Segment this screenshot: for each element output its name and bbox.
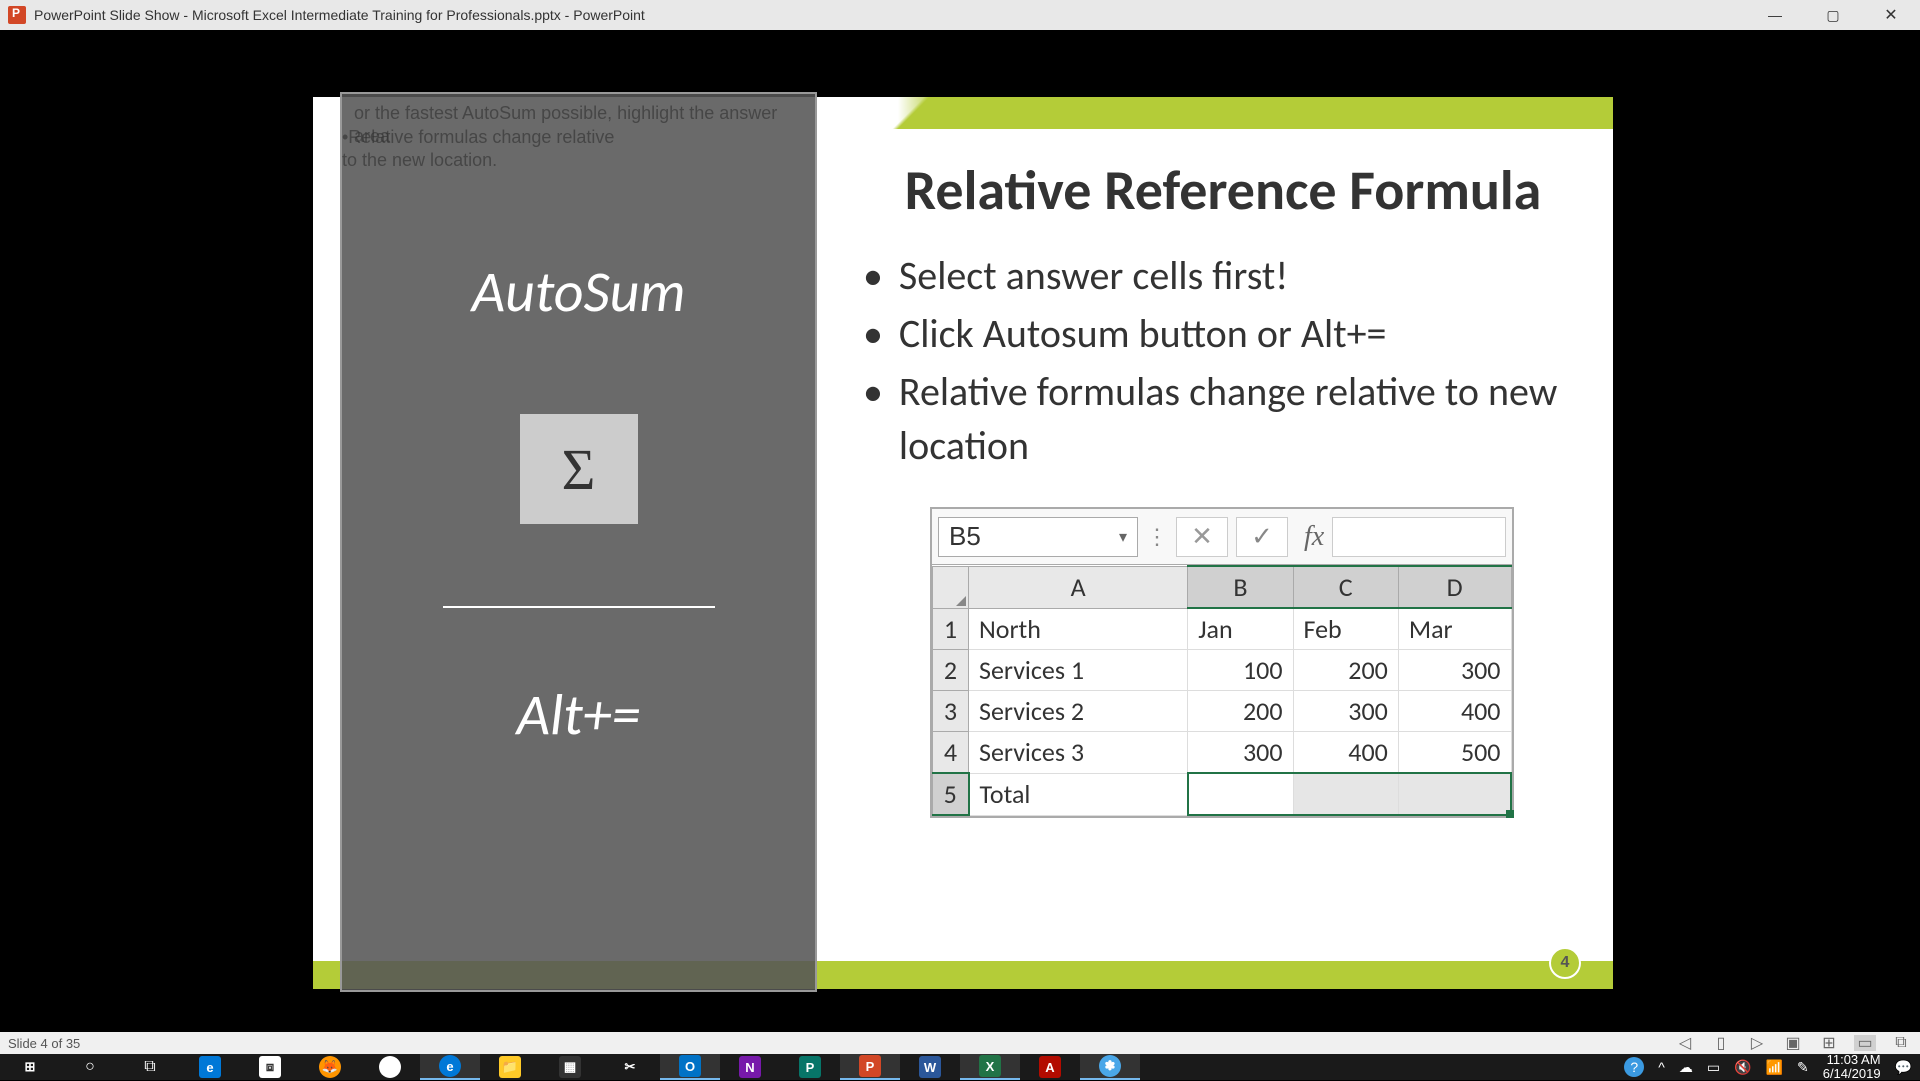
close-button[interactable]: ✕ [1862,0,1920,30]
gotomeeting-icon[interactable]: ✽ [1080,1054,1140,1080]
snipping-tool-icon[interactable]: ✂ [600,1054,660,1080]
separator-icon: ⋮ [1146,524,1168,550]
bullet-2: Click Autosum button or Alt+= [899,307,1387,361]
slide-number-badge: 4 [1549,947,1581,979]
wifi-icon[interactable]: 📶 [1766,1059,1783,1076]
bullet-list: •Select answer cells first! •Click Autos… [863,249,1583,473]
reading-view-button[interactable]: ▭ [1854,1035,1876,1051]
next-slide-button[interactable]: ▷ [1746,1035,1768,1051]
minimize-button[interactable]: — [1746,0,1804,30]
prev-slide-button[interactable]: ◁ [1674,1035,1696,1051]
notifications-icon[interactable]: 💬 [1895,1059,1912,1076]
battery-icon[interactable]: ▭ [1707,1059,1720,1076]
windows-taskbar: ⊞ ○ ⧉ e ⧈ 🦊 ◉ e 📁 ▦ ✂ O N P P W X A ✽ ? … [0,1054,1920,1080]
edge-legacy-icon[interactable]: e [180,1054,240,1080]
table-row: 1 North Jan Feb Mar [933,608,1512,650]
pen-tool-button[interactable]: ▯ [1710,1035,1732,1051]
spreadsheet-grid: A B C D 1 North Jan Feb Mar 2 Services 1… [932,565,1512,816]
onedrive-icon[interactable]: ☁ [1679,1059,1693,1076]
window-title: PowerPoint Slide Show - Microsoft Excel … [34,7,645,23]
task-view-button[interactable]: ⧉ [120,1054,180,1080]
ease-access-icon[interactable]: ✎ [1797,1059,1809,1076]
slide-content: Relative Reference Formula •Select answe… [863,157,1583,477]
help-tray-icon[interactable]: ? [1624,1057,1644,1077]
table-row: 2 Services 1 100 200 300 [933,650,1512,691]
table-row: 5 Total [933,773,1512,815]
file-explorer-icon[interactable]: 📁 [480,1054,540,1080]
cortana-button[interactable]: ○ [60,1054,120,1080]
sigma-icon: Σ [520,414,638,524]
tray-expand-icon[interactable]: ^ [1658,1059,1665,1075]
alt-equals-label: Alt+= [342,679,815,750]
slide-counter: Slide 4 of 35 [8,1036,80,1051]
formula-bar-row: B5 ⋮ ✕ ✓ fx [932,509,1512,565]
system-tray: ? ^ ☁ ▭ 🔇 📶 ✎ 11:03 AM 6/14/2019 💬 [1624,1053,1912,1081]
store-icon[interactable]: ⧈ [240,1054,300,1080]
onenote-icon[interactable]: N [720,1054,780,1080]
tip-line-2: •Relative formulas change relative to th… [342,126,803,173]
maximize-button[interactable]: ▢ [1804,0,1862,30]
chrome-icon[interactable]: ◉ [360,1054,420,1080]
slide-title: Relative Reference Formula [863,157,1583,225]
select-all-corner [933,566,969,608]
divider-line [443,606,715,608]
table-row: 3 Services 2 200 300 400 [933,691,1512,732]
powerpoint-icon[interactable]: P [840,1054,900,1080]
col-header-a: A [969,566,1188,608]
fx-label: fx [1304,521,1324,553]
statusbar: Slide 4 of 35 ◁ ▯ ▷ ▣ ⊞ ▭ ⧉ [0,1032,1920,1054]
window-titlebar: PowerPoint Slide Show - Microsoft Excel … [0,0,1920,30]
volume-icon[interactable]: 🔇 [1734,1059,1751,1076]
clock[interactable]: 11:03 AM 6/14/2019 [1823,1053,1881,1081]
calculator-icon[interactable]: ▦ [540,1054,600,1080]
word-icon[interactable]: W [900,1054,960,1080]
edge-icon[interactable]: e [420,1054,480,1080]
table-row: 4 Services 3 300 400 500 [933,732,1512,774]
slide-sorter-button[interactable]: ⊞ [1818,1035,1840,1051]
col-header-d: D [1398,566,1511,608]
powerpoint-icon [8,6,26,24]
start-button[interactable]: ⊞ [0,1054,60,1080]
presentation-stage[interactable]: Relative Reference Formula •Select answe… [0,30,1920,1032]
formula-input [1332,517,1506,557]
outlook-icon[interactable]: O [660,1054,720,1080]
autosum-label: AutoSum [342,256,815,327]
firefox-icon[interactable]: 🦊 [300,1054,360,1080]
col-header-c: C [1293,566,1398,608]
bullet-1: Select answer cells first! [899,249,1288,303]
enter-icon: ✓ [1236,517,1288,557]
bullet-3: Relative formulas change relative to new… [899,365,1583,473]
col-header-b: B [1188,566,1293,608]
acrobat-icon[interactable]: A [1020,1054,1080,1080]
name-box: B5 [938,517,1138,557]
cancel-icon: ✕ [1176,517,1228,557]
normal-view-button[interactable]: ▣ [1782,1035,1804,1051]
excel-screenshot: B5 ⋮ ✕ ✓ fx A B C D 1 North Jan [930,507,1514,818]
presenter-notes-overlay: or the fastest AutoSum possible, highlig… [340,92,817,992]
excel-icon[interactable]: X [960,1054,1020,1080]
slideshow-view-button[interactable]: ⧉ [1890,1035,1912,1051]
publisher-icon[interactable]: P [780,1054,840,1080]
